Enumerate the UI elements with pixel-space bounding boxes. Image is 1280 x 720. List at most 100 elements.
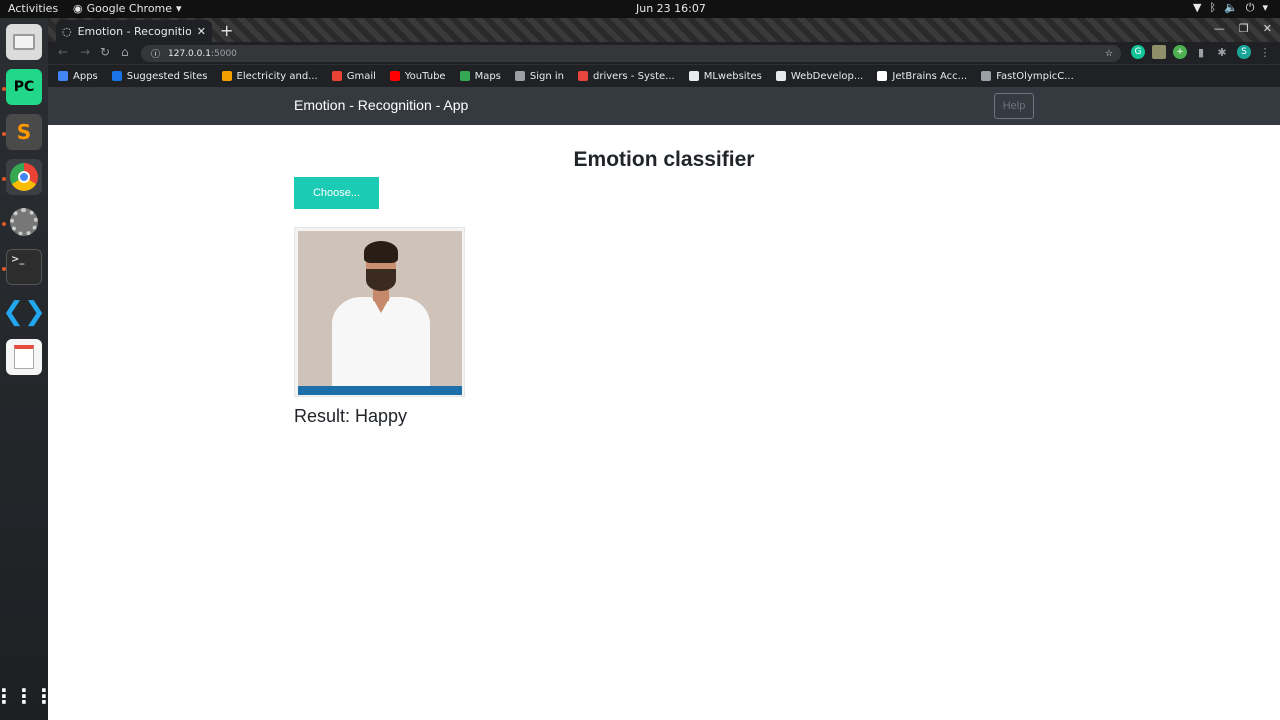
address-bar[interactable]: ⓘ 127.0.0.1:5000 ☆ (141, 45, 1121, 62)
stock-watermark-band (298, 386, 462, 395)
web-page: Emotion - Recognition - App Help Emotion… (48, 87, 1280, 720)
tab-close-icon[interactable]: ✕ (197, 25, 206, 38)
running-indicator (2, 87, 6, 91)
bookmark-item[interactable]: Maps (459, 70, 501, 82)
settings-gear-icon[interactable] (6, 204, 42, 240)
page-title: Emotion classifier (573, 148, 755, 171)
url-port: :5000 (210, 48, 237, 59)
close-window-icon[interactable]: ✕ (1263, 22, 1272, 35)
profile-avatar[interactable]: S (1237, 45, 1251, 59)
back-icon[interactable]: ← (58, 45, 68, 59)
vscode-icon[interactable]: ❮❯ (2, 294, 46, 330)
bookmark-label: WebDevelop... (790, 70, 864, 82)
tab-title: Emotion - Recognition - A (77, 24, 191, 38)
volume-icon: 🔈 (1224, 1, 1238, 14)
app-menu[interactable]: ◉ Google Chrome ▾ (73, 2, 182, 15)
dock: PC S >_ ❮❯ ⋮⋮⋮ (0, 18, 54, 720)
chrome-menu-icon[interactable]: ⋮ (1258, 45, 1272, 59)
window-controls: — ❐ ✕ (1214, 22, 1272, 35)
bookmark-label: Suggested Sites (126, 70, 208, 82)
bookmark-favicon-icon (877, 71, 888, 81)
restore-icon[interactable]: ❐ (1239, 22, 1249, 35)
new-tab-button[interactable]: + (220, 21, 233, 40)
home-icon[interactable]: ⌂ (121, 45, 129, 59)
bookmark-favicon-icon (775, 71, 786, 81)
running-indicator (2, 177, 6, 181)
bookmark-item[interactable]: FastOlympicC... (981, 71, 1074, 82)
show-applications-icon[interactable]: ⋮⋮⋮ (0, 678, 54, 714)
system-tray[interactable]: ▼ ᛒ 🔈 ⏻ ▾ (1193, 1, 1268, 15)
bookmark-item[interactable]: Apps (58, 71, 98, 82)
wifi-icon: ▼ (1192, 1, 1202, 14)
bookmark-label: Electricity and... (236, 70, 318, 82)
bookmark-favicon-icon (111, 71, 122, 81)
bookmark-item[interactable]: Suggested Sites (111, 70, 208, 82)
url-host: 127.0.0.1 (168, 48, 211, 59)
bookmark-item[interactable]: JetBrains Acc... (877, 71, 967, 82)
bookmark-item[interactable]: drivers - Syste... (578, 71, 675, 82)
sublime-text-icon[interactable]: S (6, 114, 42, 150)
bookmark-label: drivers - Syste... (593, 70, 675, 82)
document-viewer-icon[interactable] (6, 339, 42, 375)
bookmark-item[interactable]: Electricity and... (221, 70, 318, 82)
bookmark-item[interactable]: WebDevelop... (775, 70, 864, 82)
terminal-icon[interactable]: >_ (6, 249, 42, 285)
forward-icon[interactable]: → (80, 45, 90, 59)
bookmark-favicon-icon (331, 71, 342, 81)
bookmark-label: Sign in (529, 70, 565, 82)
chevron-down-icon: ▾ (176, 2, 182, 15)
bookmark-favicon-icon (58, 71, 68, 81)
power-icon: ⏻ (1245, 1, 1255, 14)
chrome-app-icon: ◉ (73, 2, 83, 15)
help-button[interactable]: Help (994, 93, 1034, 119)
tab-favicon-icon: ◌ (62, 24, 72, 38)
activities-button[interactable]: Activities (8, 2, 58, 15)
extension-chart-icon[interactable]: ▮ (1194, 45, 1208, 59)
app-navbar: Emotion - Recognition - App Help (48, 87, 1280, 125)
chrome-icon[interactable] (6, 159, 42, 195)
bookmark-label: Maps (474, 70, 501, 82)
bookmark-item[interactable]: Gmail (331, 70, 376, 82)
system-top-bar: Activities ◉ Google Chrome ▾ Jun 23 16:0… (0, 0, 1280, 18)
bookmark-favicon-icon (578, 71, 589, 81)
bookmark-label: MLwebsites (703, 70, 762, 82)
extensions-puzzle-icon[interactable]: ✱ (1215, 45, 1229, 59)
running-indicator (2, 222, 6, 226)
bookmark-label: Gmail (346, 70, 376, 82)
browser-tab[interactable]: ◌ Emotion - Recognition - A ✕ (56, 20, 212, 42)
bookmark-favicon-icon (981, 71, 992, 81)
reload-icon[interactable]: ↻ (100, 45, 110, 59)
app-menu-label: Google Chrome (86, 2, 173, 15)
site-info-icon[interactable]: ⓘ (151, 47, 160, 60)
files-icon[interactable] (6, 24, 42, 60)
running-indicator (2, 132, 6, 136)
navbar-brand[interactable]: Emotion - Recognition - App (294, 97, 468, 113)
extension-plus-icon[interactable]: + (1173, 45, 1187, 59)
clock[interactable]: Jun 23 16:07 (636, 2, 706, 15)
uploaded-photo (298, 231, 462, 395)
bookmark-favicon-icon (459, 71, 470, 81)
bookmark-favicon-icon (514, 71, 525, 81)
choose-file-button[interactable]: Choose... (294, 177, 379, 209)
bookmark-favicon-icon (389, 71, 400, 81)
bookmark-item[interactable]: YouTube (389, 70, 446, 82)
bookmark-item[interactable]: Sign in (514, 70, 565, 82)
bookmark-label: FastOlympicC... (996, 70, 1074, 82)
bookmark-label: YouTube (404, 70, 446, 82)
bluetooth-icon: ᛒ (1209, 1, 1217, 14)
bookmarks-bar: Apps Suggested Sites Electricity and... Gma… (48, 64, 1280, 87)
grammarly-icon[interactable]: G (1131, 45, 1145, 59)
image-preview (294, 227, 465, 397)
extension-image-icon[interactable] (1152, 45, 1166, 59)
pycharm-icon[interactable]: PC (6, 69, 42, 105)
bookmark-star-icon[interactable]: ☆ (1105, 49, 1113, 59)
browser-window: ◌ Emotion - Recognition - A ✕ + — ❐ ✕ ← … (48, 18, 1280, 720)
bookmark-label: JetBrains Acc... (892, 70, 968, 82)
minimize-icon[interactable]: — (1214, 22, 1225, 35)
bookmark-item[interactable]: MLwebsites (688, 70, 762, 82)
browser-toolbar: ← → ↻ ⌂ ⓘ 127.0.0.1:5000 ☆ G + ▮ ✱ S ⋮ (48, 42, 1280, 64)
bookmark-favicon-icon (688, 71, 699, 81)
running-indicator (2, 267, 6, 271)
bookmark-label: Apps (73, 70, 98, 82)
tab-strip: ◌ Emotion - Recognition - A ✕ + — ❐ ✕ (48, 18, 1280, 42)
